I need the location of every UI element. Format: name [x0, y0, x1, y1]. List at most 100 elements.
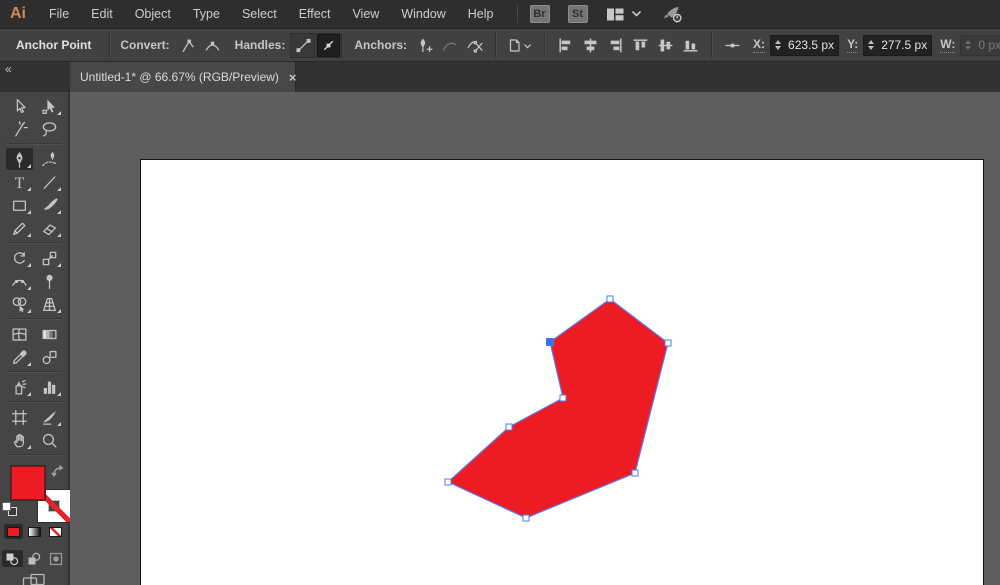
document-tab[interactable]: Untitled-1* @ 66.67% (RGB/Preview) × — [70, 62, 296, 92]
artboard-tool[interactable] — [6, 406, 33, 428]
none-chip — [49, 527, 62, 537]
width-tool[interactable] — [6, 270, 33, 292]
anchor-point[interactable] — [560, 395, 566, 401]
eraser-tool[interactable] — [36, 217, 63, 239]
align-vertical-center-button[interactable] — [654, 34, 677, 57]
perspective-grid-tool[interactable] — [36, 293, 63, 315]
anchor-point-selected[interactable] — [547, 339, 554, 346]
draw-normal-button[interactable] — [2, 550, 23, 567]
direct-selection-tool[interactable] — [36, 95, 63, 117]
rectangle-tool[interactable] — [6, 194, 33, 216]
y-value[interactable]: 277.5 px — [881, 38, 927, 52]
menu-window[interactable]: Window — [390, 0, 456, 28]
anchor-point[interactable] — [632, 470, 638, 476]
x-stepper[interactable] — [775, 40, 781, 50]
hand-tool[interactable] — [6, 429, 33, 451]
column-graph-tool[interactable] — [36, 376, 63, 398]
anchor-point[interactable] — [506, 424, 512, 430]
menu-effect[interactable]: Effect — [288, 0, 342, 28]
menu-edit[interactable]: Edit — [80, 0, 124, 28]
control-bar: Anchor Point Convert: Handles: Anchors: — [0, 28, 1000, 62]
pencil-tool[interactable] — [6, 217, 33, 239]
shape-builder-tool[interactable] — [6, 293, 33, 315]
magic-wand-tool[interactable] — [6, 118, 33, 140]
remove-anchor-button[interactable] — [438, 34, 461, 57]
puppet-warp-tool[interactable] — [36, 270, 63, 292]
workspace-switcher-icon[interactable] — [606, 7, 625, 22]
x-input[interactable]: 623.5 px — [770, 35, 839, 56]
w-label[interactable]: W: — [940, 37, 955, 53]
tab-close-icon[interactable]: × — [289, 71, 297, 84]
add-anchor-button[interactable] — [413, 34, 436, 57]
paintbrush-tool[interactable] — [36, 194, 63, 216]
y-input[interactable]: 277.5 px — [863, 35, 932, 56]
shape-path[interactable] — [448, 299, 668, 518]
align-bottom-button[interactable] — [679, 34, 702, 57]
chevron-down-icon[interactable] — [631, 10, 642, 18]
pen-tool[interactable] — [6, 148, 33, 170]
anchor-point[interactable] — [445, 479, 451, 485]
menu-select[interactable]: Select — [231, 0, 288, 28]
align-right-button[interactable] — [604, 34, 627, 57]
reference-point-icon[interactable] — [721, 34, 744, 57]
line-segment-tool[interactable] — [36, 171, 63, 193]
rotate-tool[interactable] — [6, 247, 33, 269]
scale-tool[interactable] — [36, 247, 63, 269]
flyout-indicator — [27, 233, 31, 237]
menu-type[interactable]: Type — [182, 0, 231, 28]
fill-stroke-controls — [0, 462, 69, 548]
document-setup-button[interactable] — [505, 34, 535, 57]
drawing-modes — [2, 550, 67, 567]
gradient-button[interactable] — [25, 524, 44, 539]
w-input: 0 px — [960, 35, 1000, 56]
x-label[interactable]: X: — [753, 37, 765, 53]
show-handles-button[interactable] — [292, 34, 315, 57]
flyout-indicator — [27, 362, 31, 366]
align-horizontal-center-button[interactable] — [579, 34, 602, 57]
flyout-indicator — [27, 164, 31, 168]
bridge-button[interactable]: Br — [530, 5, 550, 23]
anchor-point[interactable] — [523, 515, 529, 521]
menu-bar: Ai FileEditObjectTypeSelectEffectViewWin… — [0, 0, 1000, 28]
anchor-point[interactable] — [665, 340, 671, 346]
hide-handles-button[interactable] — [317, 34, 340, 57]
fill-swatch[interactable] — [11, 466, 45, 500]
canvas[interactable] — [70, 92, 1000, 585]
swap-fill-stroke-icon[interactable] — [51, 465, 65, 483]
eyedropper-tool[interactable] — [6, 346, 33, 368]
color-button[interactable] — [4, 524, 23, 539]
convert-to-smooth-button[interactable] — [201, 34, 224, 57]
draw-behind-button[interactable] — [24, 550, 45, 567]
x-value[interactable]: 623.5 px — [788, 38, 834, 52]
none-button[interactable] — [46, 524, 65, 539]
lasso-tool[interactable] — [36, 118, 63, 140]
type-tool[interactable]: T — [6, 171, 33, 193]
default-fill-stroke-icon[interactable] — [2, 502, 17, 516]
panel-collapse-icon[interactable]: « — [5, 62, 11, 76]
curvature-tool[interactable] — [36, 148, 63, 170]
stock-button[interactable]: St — [568, 5, 588, 23]
align-left-button[interactable] — [554, 34, 577, 57]
symbol-sprayer-tool[interactable] — [6, 376, 33, 398]
blend-tool[interactable] — [36, 346, 63, 368]
menu-view[interactable]: View — [341, 0, 390, 28]
menu-object[interactable]: Object — [124, 0, 182, 28]
flyout-indicator — [57, 422, 61, 426]
flyout-indicator — [27, 309, 31, 313]
cut-path-button[interactable] — [463, 34, 486, 57]
selection-tool[interactable] — [6, 95, 33, 117]
anchor-point[interactable] — [607, 296, 613, 302]
mesh-tool[interactable] — [6, 323, 33, 345]
gpu-performance-icon[interactable] — [660, 5, 685, 24]
gradient-tool[interactable] — [36, 323, 63, 345]
draw-inside-button[interactable] — [46, 550, 67, 567]
menu-file[interactable]: File — [38, 0, 80, 28]
screen-mode-button[interactable] — [22, 573, 46, 585]
menu-help[interactable]: Help — [457, 0, 505, 28]
y-stepper[interactable] — [868, 40, 874, 50]
convert-to-corner-button[interactable] — [176, 34, 199, 57]
slice-tool[interactable] — [36, 406, 63, 428]
y-label[interactable]: Y: — [847, 37, 858, 53]
zoom-tool[interactable] — [36, 429, 63, 451]
align-top-button[interactable] — [629, 34, 652, 57]
